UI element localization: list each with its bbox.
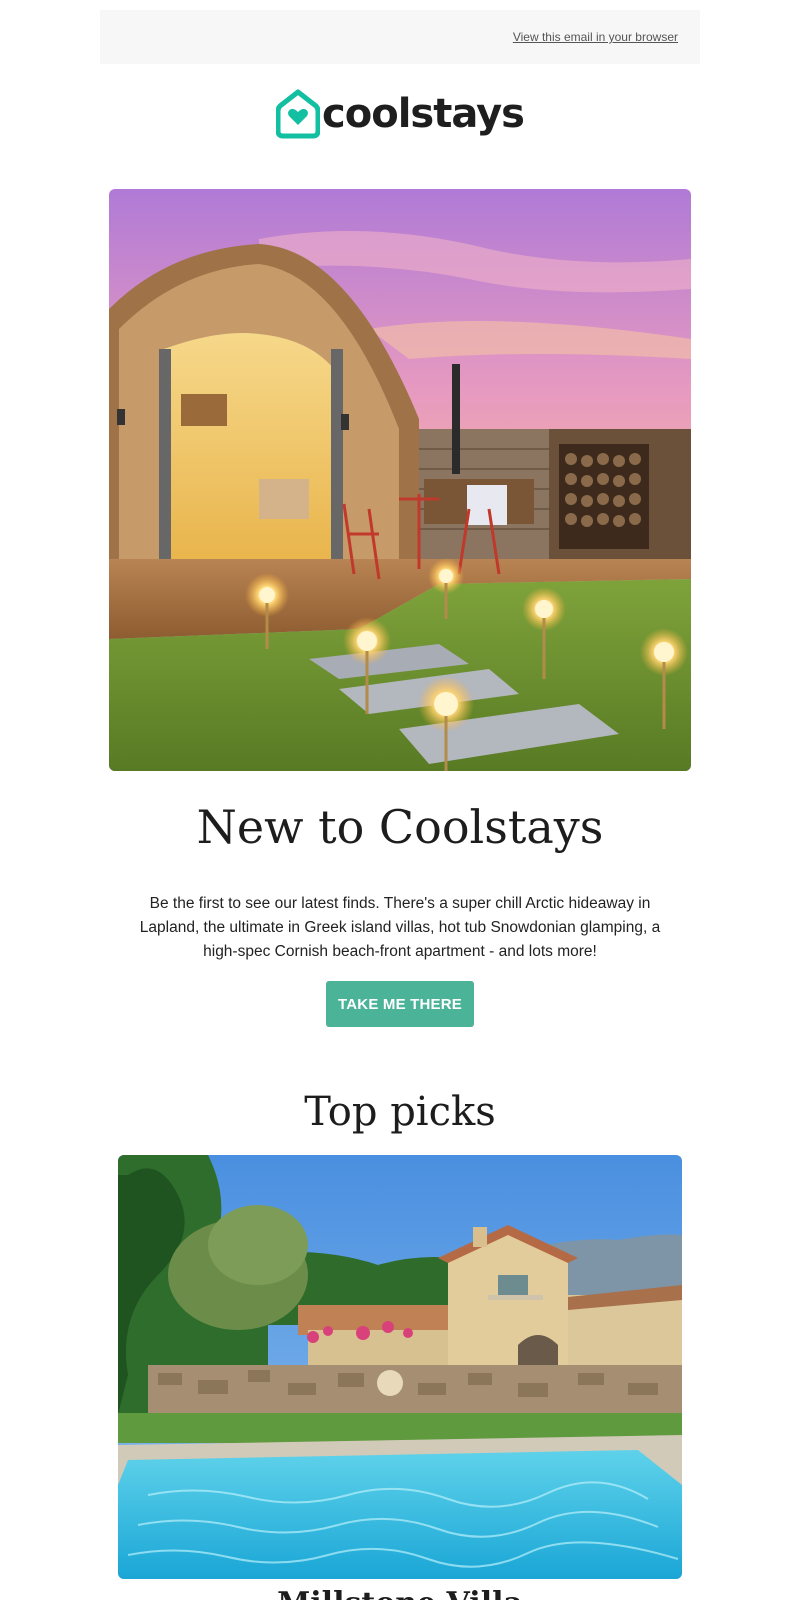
take-me-there-button[interactable]: TAKE ME THERE <box>326 981 474 1027</box>
brand-logo[interactable]: coolstays <box>0 84 800 144</box>
email-body: View this email in your browser coolstay… <box>0 0 800 1600</box>
top-picks-heading: Top picks <box>304 1089 496 1135</box>
view-in-browser-link[interactable]: View this email in your browser <box>513 30 678 44</box>
top-pick-title[interactable]: Millstone Villa <box>0 1586 800 1600</box>
hero-image[interactable] <box>109 189 691 771</box>
glamping-pod-image <box>109 189 691 771</box>
hero-title: New to Coolstays <box>196 800 604 854</box>
house-heart-icon <box>276 89 321 139</box>
preheader-bar: View this email in your browser <box>100 10 700 64</box>
villa-pool-image <box>118 1155 682 1579</box>
brand-wordmark: coolstays <box>322 91 525 137</box>
top-pick-image[interactable] <box>118 1155 682 1579</box>
hero-description: Be the first to see our latest finds. Th… <box>139 895 661 960</box>
